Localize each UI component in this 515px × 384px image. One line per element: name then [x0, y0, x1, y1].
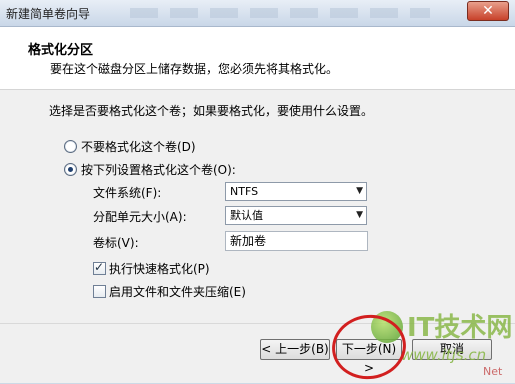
dropdown-arrow-icon: ▼	[356, 186, 363, 196]
format-radio[interactable]	[64, 163, 77, 176]
format-prompt: 选择是否要格式化这个卷；如果要格式化，要使用什么设置。	[49, 104, 374, 118]
wizard-header: 格式化分区 要在这个磁盘分区上储存数据，您必须先将其格式化。	[0, 27, 515, 90]
compression-label[interactable]: 启用文件和文件夹压缩(E)	[109, 283, 246, 300]
volume-label-label: 卷标(V):	[93, 236, 139, 250]
window-title: 新建简单卷向导	[6, 7, 91, 21]
filesystem-select[interactable]: NTFS ▼	[225, 182, 367, 201]
no-format-label[interactable]: 不要格式化这个卷(D)	[81, 138, 196, 155]
alloc-unit-value: 默认值	[230, 209, 263, 222]
close-button[interactable]: ✕	[467, 1, 509, 21]
filesystem-value: NTFS	[230, 185, 259, 198]
page-title: 格式化分区	[28, 43, 94, 58]
quick-format-checkbox[interactable]	[93, 260, 106, 275]
watermark-brand: IT技术网	[407, 313, 513, 343]
dropdown-arrow-icon: ▼	[356, 210, 363, 220]
alloc-unit-label: 分配单元大小(A):	[93, 210, 187, 224]
page-subtitle: 要在这个磁盘分区上储存数据，您必须先将其格式化。	[50, 62, 339, 76]
format-label[interactable]: 按下列设置格式化这个卷(O):	[81, 161, 236, 178]
watermark-url: www.itjs.cn	[401, 346, 487, 364]
volume-label-input[interactable]: 新加卷	[225, 231, 368, 251]
quick-format-label[interactable]: 执行快速格式化(P)	[109, 260, 210, 277]
compression-checkbox[interactable]	[93, 285, 106, 298]
filesystem-label: 文件系统(F):	[93, 186, 162, 200]
watermark-suffix: Net	[483, 365, 503, 378]
wizard-content: 选择是否要格式化这个卷；如果要格式化，要使用什么设置。 不要格式化这个卷(D) …	[0, 90, 515, 322]
title-bar: 新建简单卷向导 ✕	[0, 0, 515, 27]
back-button[interactable]: < 上一步(B)	[260, 339, 330, 360]
format-partition-wizard: 新建简单卷向导 ✕ 格式化分区 要在这个磁盘分区上储存数据，您必须先将其格式化。…	[0, 0, 515, 384]
no-format-radio[interactable]	[64, 140, 77, 153]
background-window-blur	[130, 8, 430, 18]
alloc-unit-select[interactable]: 默认值 ▼	[225, 206, 367, 225]
